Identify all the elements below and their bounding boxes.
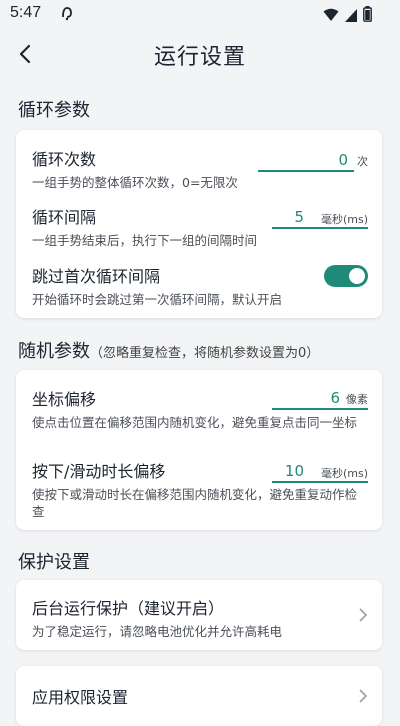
chevron-right-icon	[359, 608, 368, 622]
header: 运行设置	[0, 30, 400, 78]
skip-first-title: 跳过首次循环间隔	[32, 267, 161, 286]
loop-count-unit: 次	[357, 155, 368, 168]
bg-protect-row: 后台运行保护（建议开启） 为了稳定运行，请忽略电池优化并允许高耗电	[32, 595, 342, 640]
section-title-random-note: （忽略重复检查，将随机参数设置为0）	[90, 346, 320, 361]
status-time: 5:47	[10, 4, 42, 21]
app-permission-card[interactable]: 应用权限设置	[16, 666, 382, 726]
page-title: 运行设置	[153, 45, 246, 70]
skip-first-toggle[interactable]	[324, 265, 368, 287]
signal-icon	[345, 7, 357, 26]
press-offset-value: 10	[284, 462, 304, 480]
toggle-knob	[349, 268, 365, 284]
bg-protect-card[interactable]: 后台运行保护（建议开启） 为了稳定运行，请忽略电池优化并允许高耗电	[16, 580, 382, 650]
skip-first-row: 跳过首次循环间隔 开始循环时会跳过第一次循环间隔，默认开启	[32, 263, 312, 308]
battery-icon	[363, 6, 372, 26]
chevron-right-icon	[359, 689, 368, 703]
status-bar: 5:47	[0, 0, 400, 30]
section-title-random-label: 随机参数	[18, 341, 90, 362]
notification-icon	[60, 5, 74, 25]
section-title-loop: 循环参数	[18, 100, 90, 121]
loop-count-value: 0	[338, 151, 348, 169]
press-offset-unit: 毫秒(ms)	[320, 467, 368, 480]
loop-interval-value: 5	[294, 208, 304, 226]
app-permission-row: 应用权限设置	[32, 684, 368, 708]
section-title-protect: 保护设置	[18, 552, 90, 573]
section-title-random: 随机参数（忽略重复检查，将随机参数设置为0）	[18, 337, 319, 363]
press-offset-desc: 使按下或滑动时长在偏移范围内随机变化，避免重复动作检查	[32, 487, 358, 519]
loop-count-input[interactable]: 0	[258, 148, 354, 172]
loop-count-desc: 一组手势的整体循环次数，0=无限次	[32, 175, 238, 190]
app-permission-title: 应用权限设置	[32, 688, 129, 707]
coord-offset-value: 6	[330, 389, 340, 407]
loop-settings-card: 循环次数 一组手势的整体循环次数，0=无限次 0 次 循环间隔 一组手势结束后，…	[16, 130, 382, 318]
loop-interval-desc: 一组手势结束后，执行下一组的间隔时间	[32, 233, 258, 248]
coord-offset-desc: 使点击位置在偏移范围内随机变化，避免重复点击同一坐标	[32, 415, 358, 430]
bg-protect-title: 后台运行保护（建议开启）	[32, 599, 225, 618]
wifi-icon	[323, 7, 339, 26]
random-settings-card: 坐标偏移 使点击位置在偏移范围内随机变化，避免重复点击同一坐标 6 像素 按下/…	[16, 370, 382, 530]
loop-interval-unit: 毫秒(ms)	[320, 213, 368, 226]
bg-protect-desc: 为了稳定运行，请忽略电池优化并允许高耗电	[32, 624, 283, 639]
coord-offset-unit: 像素	[346, 393, 368, 406]
skip-first-desc: 开始循环时会跳过第一次循环间隔，默认开启	[32, 292, 283, 307]
